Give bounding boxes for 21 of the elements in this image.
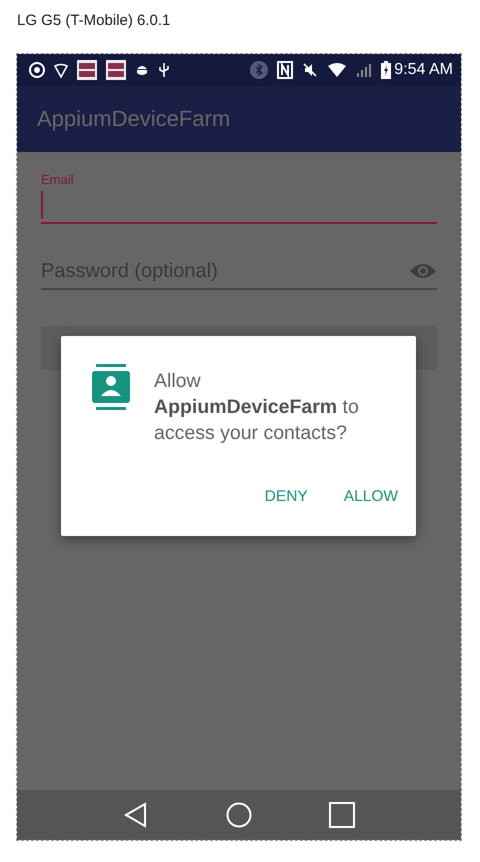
recents-icon[interactable] (328, 802, 355, 828)
signal-icon (356, 62, 372, 78)
field-label: Email (41, 172, 75, 188)
home-icon[interactable] (226, 802, 252, 828)
app-title: AppiumDeviceFarm (37, 106, 230, 132)
nfc-icon (277, 61, 294, 79)
bluetooth-icon (250, 61, 268, 79)
app-icon (77, 60, 97, 80)
app-icon (106, 60, 126, 80)
circle-icon (29, 62, 45, 78)
device-caption: LG G5 (T-Mobile) 6.0.1 (17, 11, 170, 31)
usb-icon (158, 62, 170, 78)
dialog-button[interactable]: DENY (256, 482, 316, 512)
wifi-icon (327, 62, 348, 78)
mute-icon (302, 62, 318, 78)
battery-icon (381, 61, 392, 79)
dialog-button[interactable]: ALLOW (336, 482, 406, 512)
contacts-icon (92, 364, 130, 410)
text-cursor (41, 191, 43, 219)
clock: 9:54 AM (394, 61, 453, 79)
dialog-message: Allow AppiumDeviceFarm to access your contacts? (154, 369, 360, 446)
